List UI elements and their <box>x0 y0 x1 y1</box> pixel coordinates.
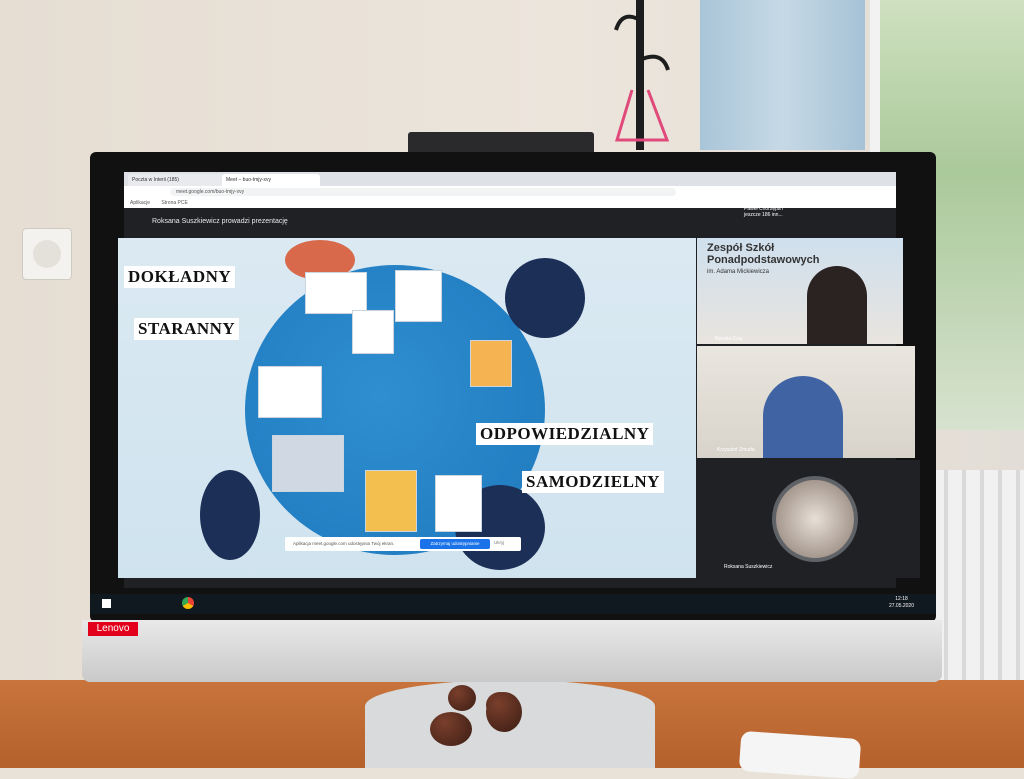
coat-hanger <box>614 0 670 150</box>
document-illustration <box>435 475 482 532</box>
participant-tile[interactable]: Zespół Szkół Ponadpodstawowych im. Adama… <box>697 238 903 344</box>
chestnut <box>430 712 472 746</box>
presenter-banner: Roksana Suszkiewicz prowadzi prezentację <box>152 218 288 225</box>
school-sign-line: Zespół Szkół <box>707 242 775 254</box>
slide-word: SAMODZIELNY <box>522 471 664 493</box>
clock-time: 12:18 <box>895 596 908 602</box>
bookmark-apps[interactable]: Aplikacje <box>130 200 150 206</box>
participant-name: Renata Czuj <box>715 336 743 342</box>
browser-tab-active[interactable]: Meet – buo-tmjy-xvy <box>222 174 320 186</box>
school-sign: Zespół Szkół Ponadpodstawowych im. Adama… <box>707 242 819 278</box>
taskbar-clock[interactable]: 12:18 27.05.2020 <box>889 596 914 610</box>
slide-word: ODPOWIEDZIALNY <box>476 423 654 445</box>
curtain <box>700 0 865 150</box>
share-notice-text: Aplikacja meet.google.com udostępnia Twó… <box>293 541 395 546</box>
url-field[interactable]: meet.google.com/buo-tmjy-xvy <box>170 188 676 196</box>
windows-start-icon[interactable] <box>102 599 111 608</box>
avatar <box>772 476 858 562</box>
tablet-illustration <box>470 340 512 387</box>
school-sign-line: Ponadpodstawowych <box>707 254 820 266</box>
wall-socket <box>22 228 72 280</box>
slide-word: DOKŁADNY <box>124 266 236 288</box>
clock-date: 27.05.2020 <box>888 603 914 609</box>
chestnut <box>448 685 476 711</box>
windows-taskbar <box>90 594 936 614</box>
participant-tile[interactable]: Krzysztof Żmuda <box>697 346 915 458</box>
chestnut <box>486 692 522 732</box>
person-illustration <box>200 470 260 560</box>
document-illustration <box>258 366 322 418</box>
hide-button[interactable]: Ukryj <box>494 540 504 545</box>
notebook-illustration <box>305 272 367 314</box>
browser-tab[interactable]: Poczta w Interii (185) <box>128 174 224 186</box>
bookmark-pce[interactable]: Strona PCE <box>161 200 187 206</box>
person-illustration <box>505 258 585 338</box>
document-illustration <box>395 270 442 322</box>
brand-logo: Lenovo <box>88 622 138 636</box>
participant-name: Roksana Suszkiewicz <box>724 564 773 570</box>
stop-sharing-button[interactable]: Zatrzymaj udostępnianie <box>420 539 490 549</box>
monitor-chin <box>82 620 942 682</box>
participant-tile[interactable]: Roksana Suszkiewicz <box>706 460 920 578</box>
smartphone <box>738 730 862 779</box>
participants-summary[interactable]: Paweł Chorzępa i jeszcze 186 inn... <box>744 206 794 218</box>
participant-video <box>807 266 867 344</box>
document-illustration <box>352 310 394 354</box>
slide-word: STARANNY <box>134 318 240 340</box>
radiator <box>930 470 1024 700</box>
participant-video <box>763 376 843 458</box>
folder-illustration <box>365 470 417 532</box>
chrome-icon[interactable] <box>182 597 194 609</box>
participant-name: Krzysztof Żmuda <box>717 447 755 453</box>
school-sign-line: im. Adama Mickiewicza <box>707 269 770 275</box>
laptop-illustration <box>272 435 344 492</box>
